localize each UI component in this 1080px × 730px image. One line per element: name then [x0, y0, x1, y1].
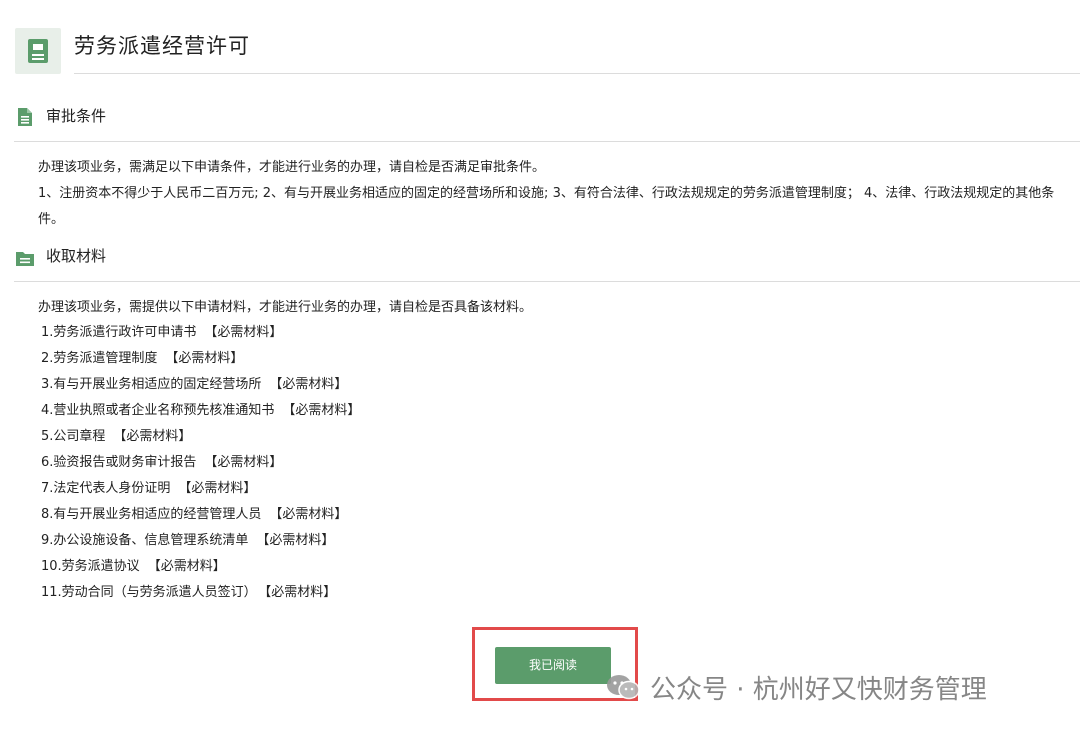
required-tag: 【必需材料】 — [165, 351, 244, 366]
approval-section-header: 审批条件 — [0, 104, 1080, 134]
approval-intro: 办理该项业务，需满足以下申请条件，才能进行业务的办理，请自检是否满足审批条件。 — [38, 160, 546, 175]
read-confirm-button[interactable]: 我已阅读 — [495, 647, 611, 684]
required-tag: 【必需材料】 — [269, 507, 348, 522]
required-tag: 【必需材料】 — [178, 481, 257, 496]
page-title: 劳务派遣经营许可 — [74, 34, 250, 58]
document-icon — [28, 39, 48, 63]
list-item: 2.劳务派遣管理制度 【必需材料】 — [41, 351, 244, 366]
required-tag: 【必需材料】 — [269, 377, 348, 392]
required-tag: 【必需材料】 — [204, 455, 283, 470]
list-item: 10.劳务派遣协议 【必需材料】 — [41, 559, 226, 574]
title-divider — [74, 73, 1080, 74]
approval-section-title: 审批条件 — [46, 107, 107, 125]
materials-intro: 办理该项业务，需提供以下申请材料，才能进行业务的办理，请自检是否具备该材料。 — [38, 300, 533, 315]
folder-icon — [16, 252, 34, 266]
document-list-icon — [18, 108, 32, 126]
wechat-icon — [607, 675, 640, 700]
list-item: 8.有与开展业务相适应的经营管理人员 【必需材料】 — [41, 507, 348, 522]
materials-section-header: 收取材料 — [0, 244, 1080, 274]
list-item: 7.法定代表人身份证明 【必需材料】 — [41, 481, 257, 496]
list-item: 3.有与开展业务相适应的固定经营场所 【必需材料】 — [41, 377, 348, 392]
watermark: 公众号 · 杭州好又快财务管理 — [606, 668, 987, 706]
list-item: 11.劳动合同（与劳务派遣人员签订） 【必需材料】 — [41, 585, 337, 600]
required-tag: 【必需材料】 — [256, 533, 335, 548]
materials-section-title: 收取材料 — [46, 247, 107, 265]
list-item: 1.劳务派遣行政许可申请书 【必需材料】 — [41, 325, 283, 340]
list-item: 4.营业执照或者企业名称预先核准通知书 【必需材料】 — [41, 403, 361, 418]
required-tag: 【必需材料】 — [113, 429, 192, 444]
approval-divider — [14, 141, 1080, 142]
list-item: 9.办公设施设备、信息管理系统清单 【必需材料】 — [41, 533, 335, 548]
required-tag: 【必需材料】 — [147, 559, 226, 574]
materials-divider — [14, 281, 1080, 282]
approval-conditions: 1、注册资本不得少于人民币二百万元; 2、有与开展业务相适应的固定的经营场所和设… — [38, 186, 1055, 227]
required-tag: 【必需材料】 — [204, 325, 283, 340]
watermark-text: 公众号 · 杭州好又快财务管理 — [650, 674, 987, 705]
header-document-icon — [15, 28, 61, 74]
list-item: 5.公司章程 【必需材料】 — [41, 429, 192, 444]
required-tag: 【必需材料】 — [264, 585, 337, 600]
list-item: 6.验资报告或财务审计报告 【必需材料】 — [41, 455, 283, 470]
required-tag: 【必需材料】 — [282, 403, 361, 418]
materials-list: 1.劳务派遣行政许可申请书 【必需材料】 2.劳务派遣管理制度 【必需材料】 3.有… — [41, 320, 360, 606]
